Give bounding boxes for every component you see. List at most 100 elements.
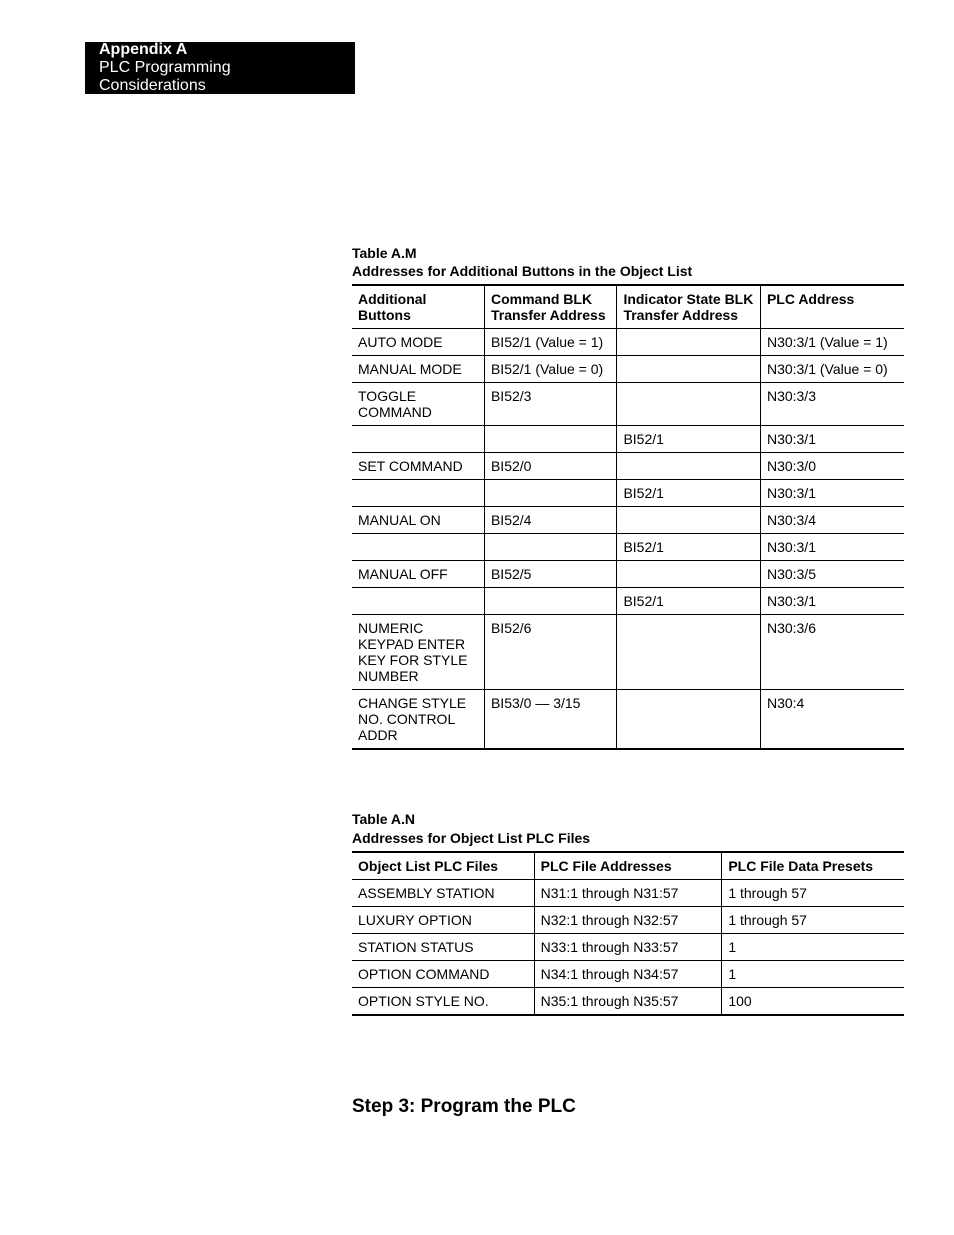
table-n-caption-line1: Table A.N: [352, 810, 904, 828]
table-cell: TOGGLE COMMAND: [352, 383, 484, 426]
table-cell: N32:1 through N32:57: [534, 906, 722, 933]
table-cell: MANUAL MODE: [352, 356, 484, 383]
table-cell: OPTION COMMAND: [352, 960, 534, 987]
table-cell: N30:3/1: [760, 426, 904, 453]
table-cell: [617, 615, 761, 690]
table-n-caption-line2: Addresses for Object List PLC Files: [352, 829, 904, 847]
table-cell: BI52/4: [484, 507, 616, 534]
table-cell: [617, 507, 761, 534]
table-n-body: ASSEMBLY STATIONN31:1 through N31:571 th…: [352, 879, 904, 1015]
table-cell: N30:3/1: [760, 534, 904, 561]
table-cell: BI52/6: [484, 615, 616, 690]
table-cell: [352, 588, 484, 615]
table-cell: N30:4: [760, 690, 904, 750]
table-row: SET COMMANDBI52/0 N30:3/0: [352, 453, 904, 480]
table-m: Additional Buttons Command BLK Transfer …: [352, 284, 904, 750]
table-cell: [484, 588, 616, 615]
table-cell: 100: [722, 987, 904, 1015]
table-m-header-cell: PLC Address: [760, 285, 904, 329]
table-cell: [617, 561, 761, 588]
table-cell: BI52/1: [617, 426, 761, 453]
table-cell: BI52/0: [484, 453, 616, 480]
table-cell: [352, 426, 484, 453]
appendix-subtitle: PLC Programming Considerations: [99, 59, 341, 94]
table-row: ASSEMBLY STATIONN31:1 through N31:571 th…: [352, 879, 904, 906]
table-cell: [352, 534, 484, 561]
table-cell: BI53/0 — 3/15: [484, 690, 616, 750]
table-cell: BI52/1: [617, 588, 761, 615]
table-m-header-cell: Command BLK Transfer Address: [484, 285, 616, 329]
table-n-header-cell: PLC File Data Presets: [722, 852, 904, 880]
table-m-head: Additional Buttons Command BLK Transfer …: [352, 285, 904, 329]
table-n: Object List PLC Files PLC File Addresses…: [352, 851, 904, 1016]
table-cell: MANUAL ON: [352, 507, 484, 534]
table-cell: AUTO MODE: [352, 329, 484, 356]
table-cell: 1 through 57: [722, 906, 904, 933]
table-cell: N30:3/1 (Value = 1): [760, 329, 904, 356]
table-row: CHANGE STYLE NO. CONTROL ADDRBI53/0 — 3/…: [352, 690, 904, 750]
table-cell: BI52/5: [484, 561, 616, 588]
table-cell: N35:1 through N35:57: [534, 987, 722, 1015]
table-cell: [617, 453, 761, 480]
table-cell: [484, 426, 616, 453]
table-cell: 1 through 57: [722, 879, 904, 906]
table-cell: [617, 690, 761, 750]
table-cell: N30:3/1: [760, 480, 904, 507]
table-n-header-cell: PLC File Addresses: [534, 852, 722, 880]
table-cell: N30:3/1 (Value = 0): [760, 356, 904, 383]
table-m-caption-line2: Addresses for Additional Buttons in the …: [352, 262, 904, 280]
table-cell: BI52/1 (Value = 0): [484, 356, 616, 383]
table-m-caption-line1: Table A.M: [352, 244, 904, 262]
table-cell: NUMERIC KEYPAD ENTER KEY FOR STYLE NUMBE…: [352, 615, 484, 690]
table-m-header-cell: Indicator State BLK Transfer Address: [617, 285, 761, 329]
table-cell: BI52/3: [484, 383, 616, 426]
table-cell: N30:3/4: [760, 507, 904, 534]
table-m-body: AUTO MODEBI52/1 (Value = 1) N30:3/1 (Valu…: [352, 329, 904, 750]
table-cell: N30:3/3: [760, 383, 904, 426]
table-cell: ASSEMBLY STATION: [352, 879, 534, 906]
table-row: NUMERIC KEYPAD ENTER KEY FOR STYLE NUMBE…: [352, 615, 904, 690]
table-cell: BI52/1 (Value = 1): [484, 329, 616, 356]
table-cell: STATION STATUS: [352, 933, 534, 960]
table-row: STATION STATUSN33:1 through N33:571: [352, 933, 904, 960]
header-bar: Appendix A PLC Programming Consideration…: [85, 42, 355, 94]
table-cell: [617, 329, 761, 356]
table-cell: N30:3/0: [760, 453, 904, 480]
table-row: OPTION STYLE NO.N35:1 through N35:57100: [352, 987, 904, 1015]
page-content: Table A.M Addresses for Additional Butto…: [352, 244, 904, 1118]
table-row: BI52/1N30:3/1: [352, 588, 904, 615]
table-cell: BI52/1: [617, 480, 761, 507]
table-cell: [617, 383, 761, 426]
table-cell: BI52/1: [617, 534, 761, 561]
table-row: MANUAL MODEBI52/1 (Value = 0) N30:3/1 (Va…: [352, 356, 904, 383]
table-row: BI52/1N30:3/1: [352, 480, 904, 507]
table-row: MANUAL ONBI52/4 N30:3/4: [352, 507, 904, 534]
table-n-caption: Table A.N Addresses for Object List PLC …: [352, 810, 904, 846]
table-row: MANUAL OFFBI52/5 N30:3/5: [352, 561, 904, 588]
table-cell: N30:3/1: [760, 588, 904, 615]
appendix-label: Appendix A: [99, 41, 341, 59]
table-cell: N30:3/5: [760, 561, 904, 588]
table-cell: LUXURY OPTION: [352, 906, 534, 933]
table-row: LUXURY OPTIONN32:1 through N32:571 throu…: [352, 906, 904, 933]
table-cell: [352, 480, 484, 507]
table-m-header-cell: Additional Buttons: [352, 285, 484, 329]
table-m-caption: Table A.M Addresses for Additional Butto…: [352, 244, 904, 280]
table-n-head: Object List PLC Files PLC File Addresses…: [352, 852, 904, 880]
table-cell: CHANGE STYLE NO. CONTROL ADDR: [352, 690, 484, 750]
table-cell: [484, 480, 616, 507]
table-n-header-cell: Object List PLC Files: [352, 852, 534, 880]
table-row: TOGGLE COMMANDBI52/3 N30:3/3: [352, 383, 904, 426]
table-row: BI52/1N30:3/1: [352, 426, 904, 453]
table-row: BI52/1N30:3/1: [352, 534, 904, 561]
table-cell: MANUAL OFF: [352, 561, 484, 588]
table-cell: N30:3/6: [760, 615, 904, 690]
table-cell: [617, 356, 761, 383]
table-cell: 1: [722, 960, 904, 987]
table-cell: OPTION STYLE NO.: [352, 987, 534, 1015]
table-cell: SET COMMAND: [352, 453, 484, 480]
table-cell: N31:1 through N31:57: [534, 879, 722, 906]
table-cell: N34:1 through N34:57: [534, 960, 722, 987]
table-row: AUTO MODEBI52/1 (Value = 1) N30:3/1 (Valu…: [352, 329, 904, 356]
step-heading: Step 3: Program the PLC: [352, 1096, 904, 1118]
